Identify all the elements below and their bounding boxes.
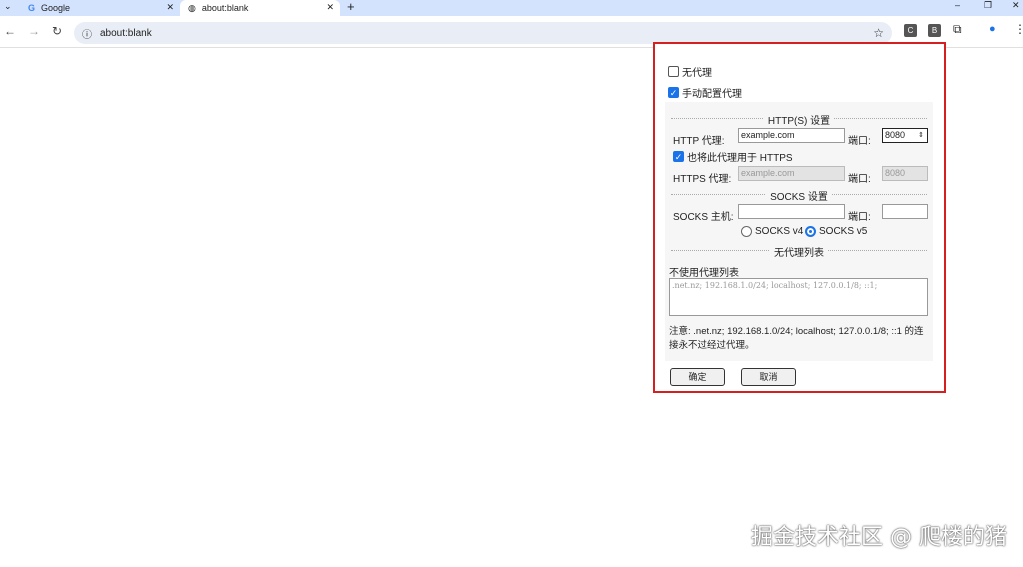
ok-button[interactable]: 确定 bbox=[670, 368, 725, 386]
spinner-icon[interactable]: ⇕ bbox=[918, 129, 924, 142]
cancel-button[interactable]: 取消 bbox=[741, 368, 796, 386]
info-icon: ⓘ bbox=[82, 29, 92, 41]
port-label: 端口: bbox=[848, 136, 871, 147]
tab-search-icon[interactable]: ⌄ bbox=[4, 1, 12, 12]
no-proxy-checkbox[interactable] bbox=[668, 66, 679, 77]
star-icon[interactable]: ☆ bbox=[873, 26, 884, 40]
bypass-list-label: 不使用代理列表 bbox=[669, 268, 739, 279]
tab-about-blank[interactable]: ◍ about:blank ✕ bbox=[180, 0, 340, 16]
tab-google[interactable]: G Google ✕ bbox=[20, 0, 180, 16]
tab-title: Google bbox=[41, 3, 71, 13]
menu-icon[interactable]: ⋮ bbox=[1014, 22, 1023, 36]
reload-button[interactable]: ↻ bbox=[52, 24, 62, 38]
label: 手动配置代理 bbox=[682, 89, 742, 100]
manual-settings: HTTP(S) 设置 HTTP 代理: example.com 端口: 8080… bbox=[665, 102, 933, 361]
use-for-https-checkbox[interactable]: ✓ bbox=[673, 151, 684, 162]
tab-title: about:blank bbox=[201, 3, 249, 13]
socks-v4-option[interactable]: SOCKS v4 bbox=[741, 226, 803, 237]
extension-c-icon[interactable]: C bbox=[904, 24, 917, 37]
watermark: 掘金技术社区 @ 爬楼的猪 bbox=[751, 525, 1007, 550]
globe-icon: ◍ bbox=[188, 2, 196, 13]
section-title: SOCKS 设置 bbox=[766, 192, 832, 203]
socks-host-label: SOCKS 主机: bbox=[673, 212, 734, 223]
close-icon[interactable]: ✕ bbox=[166, 2, 174, 13]
https-port-input[interactable]: 8080 bbox=[882, 166, 928, 181]
port-label: 端口: bbox=[848, 174, 871, 185]
new-tab-button[interactable]: + bbox=[347, 0, 355, 14]
forward-button[interactable]: → bbox=[28, 24, 40, 38]
socks-v4-radio[interactable] bbox=[741, 226, 752, 237]
http-port-input[interactable]: 8080 ⇕ bbox=[882, 128, 928, 143]
label: 也将此代理用于 HTTPS bbox=[687, 153, 793, 164]
port-label: 端口: bbox=[848, 212, 871, 223]
http-proxy-label: HTTP 代理: bbox=[673, 136, 725, 147]
section-title: 无代理列表 bbox=[770, 248, 828, 259]
close-window-button[interactable]: ✕ bbox=[1012, 0, 1020, 11]
socks-host-input[interactable] bbox=[738, 204, 845, 219]
socks-v5-radio[interactable] bbox=[805, 226, 816, 237]
no-proxy-option[interactable]: 无代理 bbox=[668, 64, 712, 79]
restore-button[interactable]: ❐ bbox=[984, 0, 992, 11]
proxy-settings-panel: 无代理 ✓ 手动配置代理 HTTP(S) 设置 HTTP 代理: example.… bbox=[653, 42, 946, 393]
port-value: 8080 bbox=[885, 130, 906, 140]
use-for-https-option[interactable]: ✓ 也将此代理用于 HTTPS bbox=[673, 149, 793, 164]
extensions-puzzle-icon[interactable]: ⧉ bbox=[953, 22, 962, 37]
extension-b-icon[interactable]: B bbox=[928, 24, 941, 37]
bypass-list-textarea[interactable]: .net.nz; 192.168.1.0/24; localhost; 127.… bbox=[669, 278, 928, 316]
address-bar[interactable]: ⓘ about:blank ☆ bbox=[74, 22, 892, 44]
tab-strip: ⌄ G Google ✕ ◍ about:blank ✕ + – ❐ ✕ bbox=[0, 0, 1023, 16]
bypass-note: 注意: .net.nz; 192.168.1.0/24; localhost; … bbox=[669, 326, 924, 351]
google-icon: G bbox=[28, 3, 36, 13]
https-proxy-label: HTTPS 代理: bbox=[673, 174, 732, 185]
back-button[interactable]: ← bbox=[4, 24, 16, 38]
label: 无代理 bbox=[682, 68, 712, 79]
socks-v5-option[interactable]: SOCKS v5 bbox=[805, 226, 867, 237]
label: SOCKS v5 bbox=[819, 226, 868, 237]
https-proxy-input[interactable]: example.com bbox=[738, 166, 845, 181]
manual-proxy-checkbox[interactable]: ✓ bbox=[668, 87, 679, 98]
minimize-button[interactable]: – bbox=[955, 0, 960, 10]
socks-port-input[interactable] bbox=[882, 204, 928, 219]
manual-proxy-option[interactable]: ✓ 手动配置代理 bbox=[668, 85, 742, 100]
close-icon[interactable]: ✕ bbox=[326, 2, 334, 13]
label: SOCKS v4 bbox=[755, 226, 804, 237]
profile-avatar-icon[interactable]: ● bbox=[989, 23, 996, 35]
section-title: HTTP(S) 设置 bbox=[763, 116, 835, 127]
url-text: about:blank bbox=[100, 27, 152, 39]
http-proxy-input[interactable]: example.com bbox=[738, 128, 845, 143]
